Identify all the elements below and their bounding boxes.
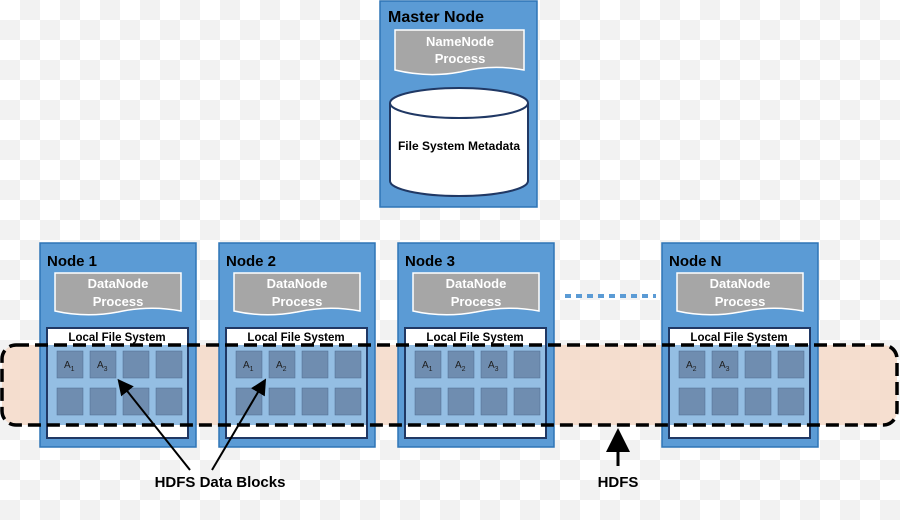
node-title: Node N bbox=[669, 253, 722, 270]
data-block bbox=[268, 387, 296, 416]
data-block bbox=[744, 387, 772, 416]
hdfs-data-blocks-label: HDFS Data Blocks bbox=[155, 474, 286, 491]
lfs-footer bbox=[406, 425, 545, 437]
data-block bbox=[744, 350, 772, 379]
lfs-footer bbox=[670, 425, 809, 437]
data-block bbox=[155, 350, 183, 379]
file-system-metadata-label: File System Metadata bbox=[398, 139, 520, 153]
data-block bbox=[513, 387, 541, 416]
datanode-process-line: Process bbox=[451, 294, 502, 309]
data-block bbox=[155, 387, 183, 416]
master-node: Master Node NameNode Process File System… bbox=[379, 0, 538, 208]
data-block bbox=[56, 387, 84, 416]
datanode-process-line: Process bbox=[715, 294, 766, 309]
data-block bbox=[301, 350, 329, 379]
namenode-process-line1: NameNode bbox=[426, 34, 494, 49]
lfs-footer bbox=[48, 425, 187, 437]
datanode-process-line: Process bbox=[272, 294, 323, 309]
data-block bbox=[513, 350, 541, 379]
datanode-process-line: Process bbox=[93, 294, 144, 309]
node-title: Node 3 bbox=[405, 253, 455, 270]
data-block bbox=[447, 387, 475, 416]
local-file-system-label: Local File System bbox=[68, 332, 165, 344]
data-block bbox=[334, 350, 362, 379]
lfs-footer bbox=[227, 425, 366, 437]
data-block bbox=[414, 387, 442, 416]
local-file-system-label: Local File System bbox=[426, 332, 523, 344]
data-block bbox=[334, 387, 362, 416]
datanode-process-line: DataNode bbox=[88, 276, 149, 291]
datanode-process-line: DataNode bbox=[446, 276, 507, 291]
data-block bbox=[711, 387, 739, 416]
hdfs-label: HDFS bbox=[598, 474, 639, 491]
data-block bbox=[301, 387, 329, 416]
hdfs-architecture-diagram: Master Node NameNode Process File System… bbox=[0, 0, 899, 491]
data-block bbox=[89, 387, 117, 416]
local-file-system-label: Local File System bbox=[247, 332, 344, 344]
node-title: Node 1 bbox=[47, 253, 97, 270]
namenode-process-line2: Process bbox=[435, 51, 486, 66]
data-block bbox=[777, 387, 805, 416]
data-block bbox=[480, 387, 508, 416]
local-file-system-label: Local File System bbox=[690, 332, 787, 344]
data-block bbox=[678, 387, 706, 416]
datanode-process-line: DataNode bbox=[710, 276, 771, 291]
data-block bbox=[122, 350, 150, 379]
data-block bbox=[777, 350, 805, 379]
datanode-process-line: DataNode bbox=[267, 276, 328, 291]
master-node-title: Master Node bbox=[388, 9, 484, 26]
node-title: Node 2 bbox=[226, 253, 276, 270]
